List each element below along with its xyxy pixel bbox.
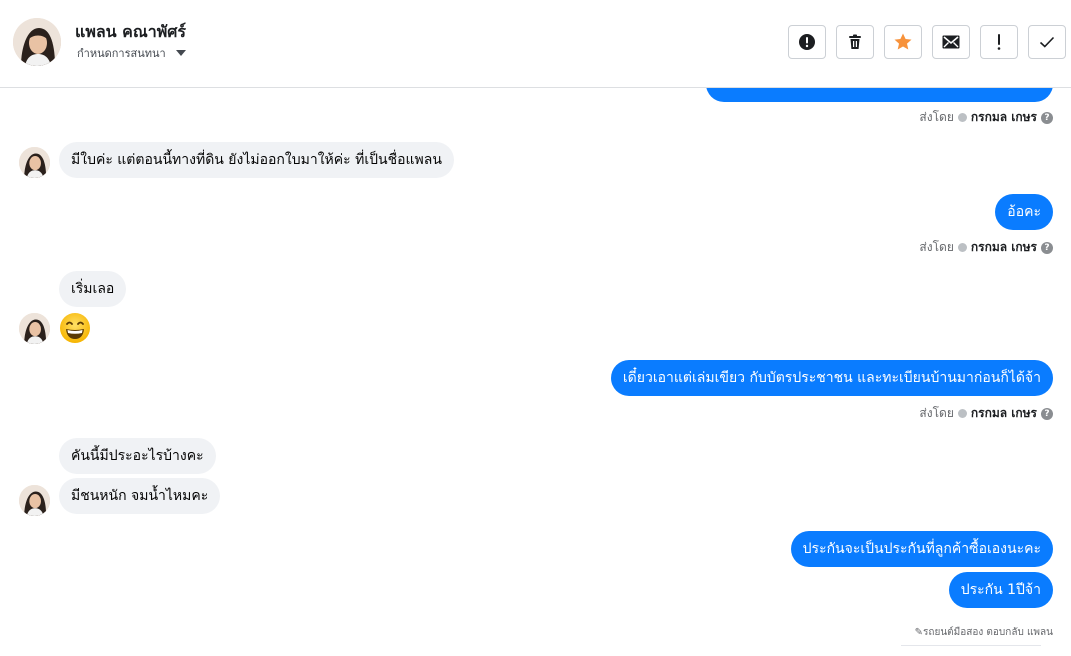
- sent-by-prefix: ส่งโดย: [919, 240, 954, 254]
- help-icon[interactable]: ?: [1041, 407, 1053, 420]
- star-button[interactable]: [884, 25, 922, 59]
- contact-name: แพลน คณาพัศร์: [75, 22, 186, 41]
- conversation-options-label: กำหนดการสนทนา: [77, 47, 166, 60]
- important-button[interactable]: [980, 25, 1018, 59]
- conversation-options-dropdown[interactable]: กำหนดการสนทนา: [77, 44, 186, 62]
- message-bubble-outgoing[interactable]: ตามที่แจ้งไว้เลยค่ะ แล้วน้องจะอัปเดตให้ท…: [705, 88, 1053, 102]
- message-bubble-outgoing[interactable]: เดี๋ยวเอาแต่เล่มเขียว กับบัตรประชาชน และ…: [610, 360, 1053, 396]
- message-bubble-outgoing[interactable]: อ้อคะ: [995, 194, 1053, 230]
- reply-note: ✎รถยนต์มือสอง ตอบกลับ แพลน: [914, 627, 1053, 638]
- delete-button[interactable]: [836, 25, 874, 59]
- sent-by-label: ส่งโดย กรกมล เกษร ?: [919, 108, 1053, 127]
- contact-avatar-small[interactable]: [19, 313, 50, 344]
- message-thread[interactable]: ตามที่แจ้งไว้เลยค่ะ แล้วน้องจะอัปเดตให้ท…: [0, 88, 1071, 656]
- agent-status-icon: [957, 409, 967, 418]
- sent-by-agent: กรกมล เกษร: [970, 240, 1037, 254]
- agent-status-icon: [957, 113, 967, 122]
- checkmark-icon: [1039, 36, 1055, 48]
- message-bubble-incoming[interactable]: คันนี้มีประอะไรบ้างคะ: [59, 438, 216, 474]
- exclamation-icon: [997, 34, 1001, 50]
- mail-button[interactable]: [932, 25, 970, 59]
- sent-by-label: ส่งโดย กรกมล เกษร ?: [919, 404, 1053, 423]
- sent-by-prefix: ส่งโดย: [919, 406, 954, 420]
- message-bubble-incoming[interactable]: เริ่มเลอ: [59, 271, 127, 307]
- message-bubble-incoming[interactable]: มีใบค่ะ แต่ตอนนี้ทางที่ดิน ยังไม่ออกใบมา…: [59, 142, 454, 178]
- message-bubble-outgoing[interactable]: ประกัน 1ปีจ้า: [948, 572, 1053, 608]
- message-bubble-outgoing[interactable]: ประกันจะเป็นประกันที่ลูกค้าซื้อเองนะคะ: [790, 531, 1053, 567]
- contact-avatar-small[interactable]: [19, 485, 50, 516]
- divider: [901, 645, 1041, 646]
- star-icon: [894, 33, 912, 50]
- grinning-face-icon[interactable]: [59, 312, 91, 344]
- report-button[interactable]: [788, 25, 826, 59]
- agent-status-icon: [957, 243, 967, 252]
- sent-by-agent: กรกมล เกษร: [970, 110, 1037, 124]
- help-icon[interactable]: ?: [1041, 111, 1053, 124]
- caret-down-icon: [175, 50, 186, 56]
- sent-by-label: ส่งโดย กรกมล เกษร ?: [919, 238, 1053, 257]
- conversation-header: แพลน คณาพัศร์ กำหนดการสนทนา: [0, 0, 1071, 88]
- contact-avatar[interactable]: [13, 18, 61, 66]
- contact-avatar-small[interactable]: [19, 147, 50, 178]
- message-bubble-incoming[interactable]: มีชนหนัก จมน้ำไหมคะ: [59, 478, 221, 514]
- sent-by-agent: กรกมล เกษร: [970, 406, 1037, 420]
- alert-circle-icon: [799, 34, 815, 50]
- done-button[interactable]: [1028, 25, 1066, 59]
- sent-by-prefix: ส่งโดย: [919, 110, 954, 124]
- help-icon[interactable]: ?: [1041, 241, 1053, 254]
- envelope-icon: [942, 35, 960, 49]
- trash-icon: [849, 34, 861, 49]
